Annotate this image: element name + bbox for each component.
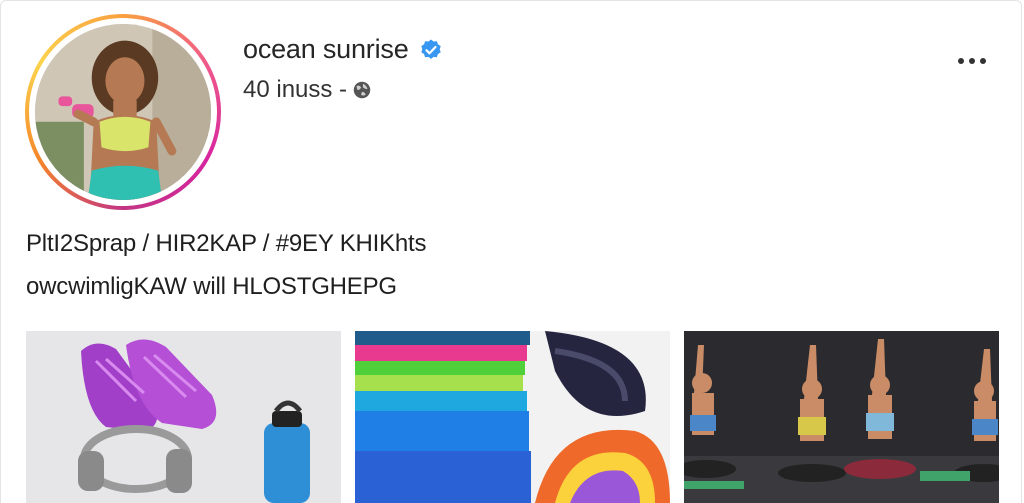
username[interactable]: ocean sunrise xyxy=(243,34,409,65)
globe-icon xyxy=(353,81,371,99)
sneakers-headphones-bottle-icon xyxy=(26,331,341,503)
more-options-button[interactable] xyxy=(952,50,992,72)
more-dot-icon xyxy=(969,58,975,64)
more-dot-icon xyxy=(980,58,986,64)
profile-avatar-ring[interactable] xyxy=(25,14,221,210)
post-tile-bands[interactable] xyxy=(355,331,670,503)
username-row: ocean sunrise xyxy=(243,34,443,65)
more-dot-icon xyxy=(958,58,964,64)
post-grid xyxy=(26,331,999,503)
bio-line-1: PltI2Sprap / HIR2KAP / #9EY KHIKhts xyxy=(26,230,427,257)
yoga-class-icon xyxy=(684,331,999,503)
profile-stat: 40 inuss - xyxy=(243,76,348,103)
bio-line-2: owcwimligKAW will HLOSTGHEPG xyxy=(26,273,397,300)
avatar[interactable] xyxy=(35,24,211,200)
verified-badge-icon xyxy=(420,39,441,59)
post-tile-gear[interactable] xyxy=(26,331,341,503)
post-tile-yoga[interactable] xyxy=(684,331,999,503)
resistance-bands-icon xyxy=(355,331,670,503)
avatar-photo xyxy=(35,24,211,200)
stat-row: 40 inuss - xyxy=(243,76,373,104)
